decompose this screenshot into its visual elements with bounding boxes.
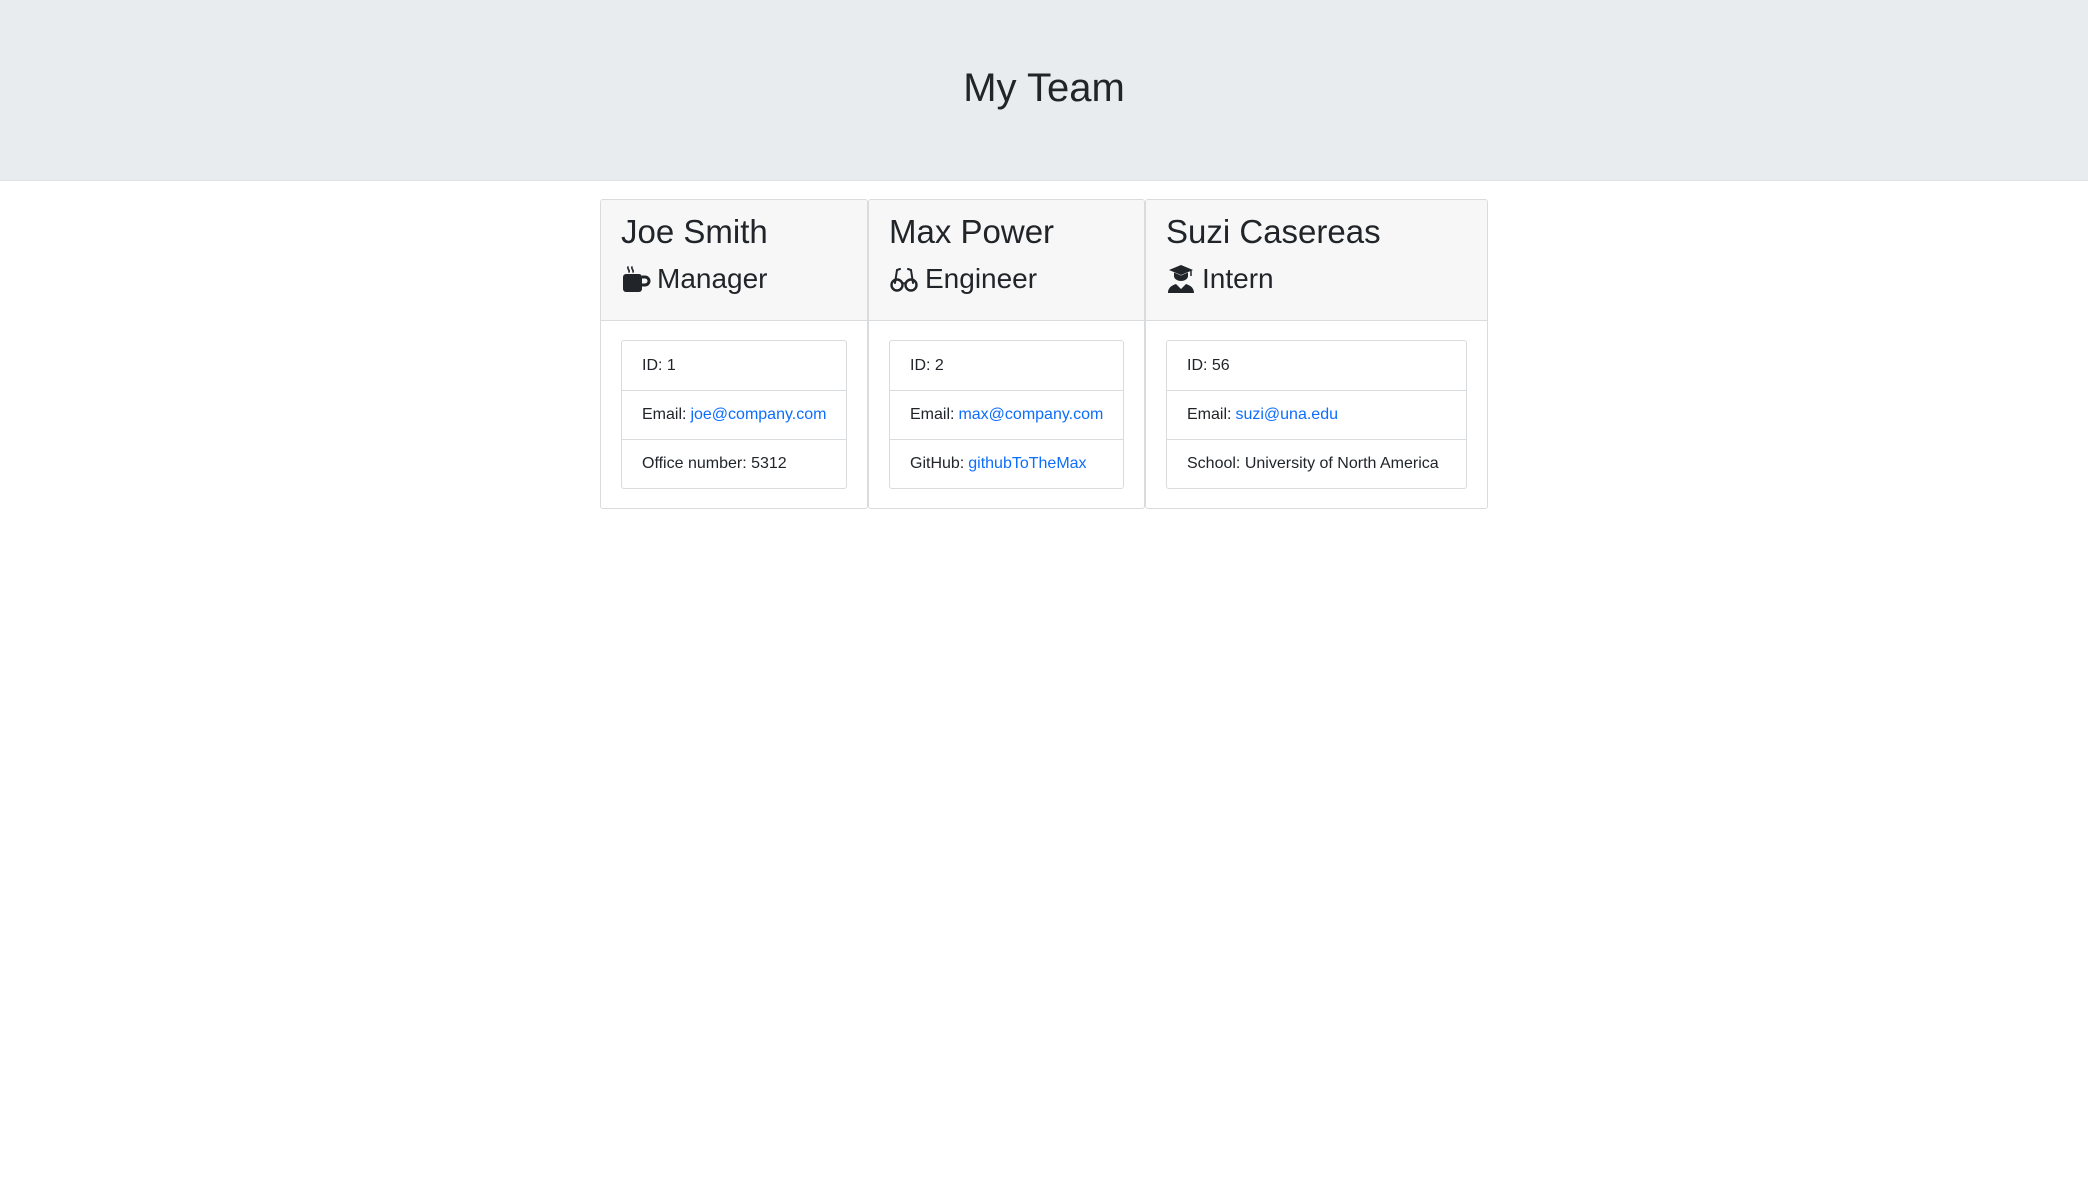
employee-role-row: Manager <box>621 260 768 298</box>
school-value: University of North America <box>1244 455 1439 472</box>
page-title: My Team <box>963 66 1125 110</box>
email-label: Email: <box>642 406 687 423</box>
employee-role: Manager <box>657 263 768 294</box>
employee-email-item: Email: suzi@una.edu <box>1167 390 1466 439</box>
school-item: School: University of North America <box>1167 439 1466 488</box>
email-label: Email: <box>1187 406 1232 423</box>
employee-details-list: ID: 56 Email: suzi@una.edu School: Unive… <box>1166 340 1467 489</box>
employee-email-item: Email: joe@company.com <box>622 390 846 439</box>
github-item: GitHub: githubToTheMax <box>890 439 1123 488</box>
id-label: ID: <box>642 356 663 374</box>
github-link[interactable]: githubToTheMax <box>968 455 1086 473</box>
id-value: 2 <box>934 356 944 374</box>
graduate-icon <box>1166 264 1196 294</box>
employee-name: Suzi Casereas <box>1166 213 1381 250</box>
id-label: ID: <box>910 356 931 374</box>
school-label: School: <box>1187 455 1241 472</box>
employee-id-item: ID: 2 <box>890 341 1123 390</box>
employee-id-item: ID: 56 <box>1167 341 1466 390</box>
glasses-icon <box>889 264 919 294</box>
card-header: Suzi Casereas Intern <box>1146 200 1487 321</box>
employee-role: Intern <box>1202 263 1274 294</box>
employee-email-item: Email: max@company.com <box>890 390 1123 439</box>
email-label: Email: <box>910 406 955 423</box>
employee-name: Max Power <box>889 213 1055 250</box>
card-header: Max Power Engineer <box>869 200 1144 321</box>
id-value: 1 <box>666 356 676 374</box>
employee-role-row: Intern <box>1166 260 1274 298</box>
office-number-item: Office number: 5312 <box>622 439 846 488</box>
employee-name: Joe Smith <box>621 213 768 250</box>
github-label: GitHub: <box>910 455 965 472</box>
employee-card-manager: Joe Smith Manager ID: 1 Email: joe@compa… <box>600 199 868 509</box>
office-number-value: 5312 <box>751 455 787 472</box>
card-header: Joe Smith Manager <box>601 200 867 321</box>
employee-card-engineer: Max Power Engineer ID: 2 Email: max@comp… <box>868 199 1145 509</box>
employee-id-item: ID: 1 <box>622 341 846 390</box>
id-value: 56 <box>1211 356 1230 374</box>
page-header: My Team <box>0 0 2088 181</box>
employee-card-intern: Suzi Casereas Intern ID: 56 Email: suzi@… <box>1145 199 1488 509</box>
email-link[interactable]: max@company.com <box>958 406 1103 424</box>
email-link[interactable]: suzi@una.edu <box>1235 406 1338 424</box>
id-label: ID: <box>1187 356 1208 374</box>
coffee-mug-icon <box>621 264 651 294</box>
employee-details-list: ID: 1 Email: joe@company.com Office numb… <box>621 340 847 489</box>
email-link[interactable]: joe@company.com <box>690 406 826 424</box>
office-number-label: Office number: <box>642 455 747 472</box>
employee-details-list: ID: 2 Email: max@company.com GitHub: git… <box>889 340 1124 489</box>
employee-role: Engineer <box>925 263 1038 294</box>
employee-role-row: Engineer <box>889 260 1037 298</box>
